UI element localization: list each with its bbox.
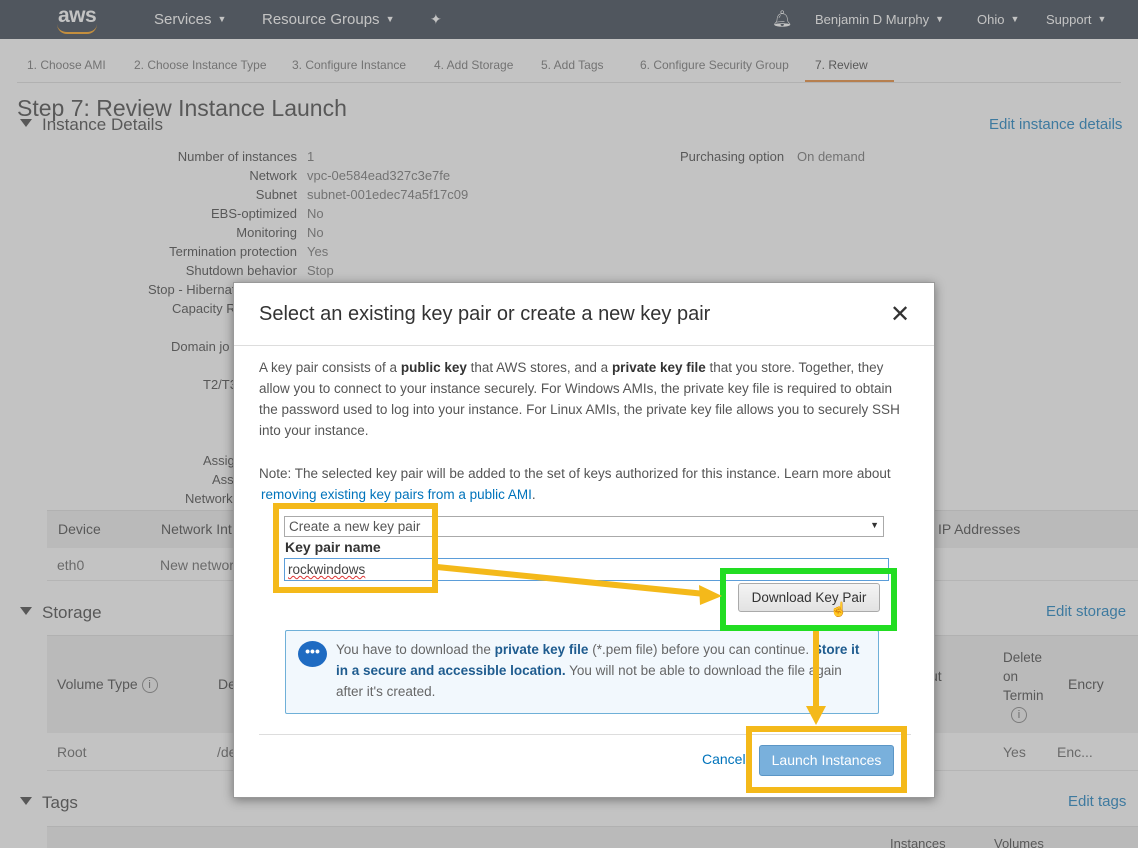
arrow-head-to-download (699, 585, 722, 605)
annotation-arrows (436, 564, 826, 725)
arrow-head-to-launch (806, 706, 826, 725)
arrow-line-to-download (436, 564, 706, 597)
